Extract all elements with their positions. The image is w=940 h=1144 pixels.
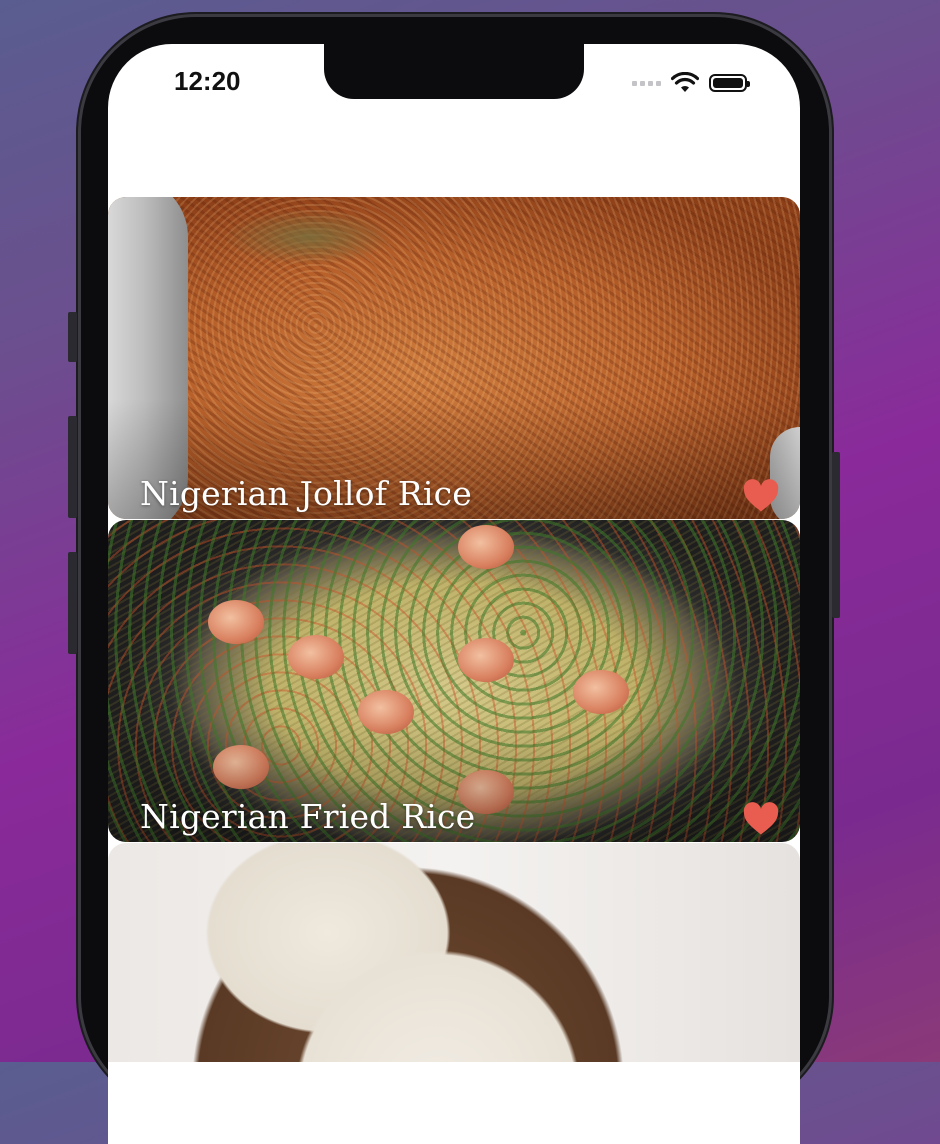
status-icons — [632, 72, 750, 94]
recipe-title: Nigerian Jollof Rice — [140, 474, 473, 513]
shrimp — [288, 635, 344, 679]
notch — [324, 44, 584, 99]
shrimp — [458, 525, 514, 569]
favorite-heart-icon[interactable] — [742, 479, 780, 513]
status-time: 12:20 — [174, 66, 241, 96]
shrimp — [208, 600, 264, 644]
phone-volume-up-button — [68, 416, 77, 518]
phone-power-button — [832, 452, 840, 618]
wifi-icon — [671, 72, 699, 92]
shrimp — [458, 638, 514, 682]
recipe-title: Nigerian Fried Rice — [140, 797, 476, 836]
fufu-photo — [108, 843, 800, 1062]
shrimp — [573, 670, 629, 714]
favorite-heart-icon[interactable] — [742, 802, 780, 836]
phone-volume-down-button — [68, 552, 77, 654]
battery-icon — [709, 74, 750, 92]
cellular-signal-icon — [632, 80, 661, 86]
recipe-card-jollof[interactable]: Nigerian Jollof Rice — [108, 197, 800, 519]
phone-action-button — [68, 312, 77, 362]
recipe-card-fufu[interactable] — [108, 843, 800, 1062]
recipe-card-fried-rice[interactable]: Nigerian Fried Rice — [108, 520, 800, 842]
